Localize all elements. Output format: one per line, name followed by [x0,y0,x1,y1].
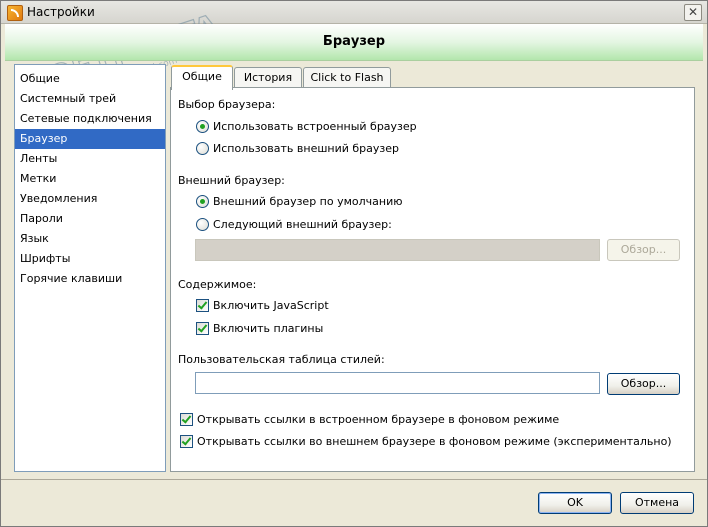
checkbox-open-links-builtin-background-label[interactable]: Открывать ссылки в встроенном браузере в… [197,413,559,426]
footer-divider [1,479,707,480]
checkbox-enable-plugins[interactable] [196,322,209,335]
tab-panel-general: Выбор браузера: Использовать встроенный … [170,87,695,472]
radio-default-external-browser-label[interactable]: Внешний браузер по умолчанию [213,195,403,208]
sidebar-item-passwords[interactable]: Пароли [15,209,165,229]
browse-stylesheet-button[interactable]: Обзор... [607,373,680,395]
radio-builtin-browser[interactable] [196,120,209,133]
settings-window: Настройки ✕ SOFTPORTAL www.softportal.co… [0,0,708,527]
tab-click-to-flash[interactable]: Click to Flash [303,67,391,88]
sidebar-item-notifications[interactable]: Уведомления [15,189,165,209]
radio-default-external-browser[interactable] [196,195,209,208]
sidebar-item-network[interactable]: Сетевые подключения [15,109,165,129]
tab-history[interactable]: История [234,67,302,88]
sidebar-item-fonts[interactable]: Шрифты [15,249,165,269]
section-header: Браузер [5,24,703,61]
ok-button[interactable]: OK [538,492,612,514]
sidebar-item-browser[interactable]: Браузер [15,129,165,149]
sidebar-item-system-tray[interactable]: Системный трей [15,89,165,109]
cancel-button[interactable]: Отмена [620,492,694,514]
stylesheet-heading: Пользовательская таблица стилей: [178,353,385,366]
radio-builtin-browser-label[interactable]: Использовать встроенный браузер [213,120,417,133]
checkbox-open-links-external-background[interactable] [180,435,193,448]
checkbox-enable-javascript[interactable] [196,299,209,312]
radio-external-browser[interactable] [196,142,209,155]
browse-browser-button[interactable]: Обзор... [607,239,680,261]
rss-icon [7,5,23,21]
browser-choice-heading: Выбор браузера: [178,98,276,111]
radio-custom-external-browser[interactable] [196,218,209,231]
checkbox-open-links-builtin-background[interactable] [180,413,193,426]
sidebar-item-general[interactable]: Общие [15,69,165,89]
radio-custom-external-browser-label[interactable]: Следующий внешний браузер: [213,218,392,231]
sidebar-item-feeds[interactable]: Ленты [15,149,165,169]
content-heading: Содержимое: [178,278,257,291]
stylesheet-path-field[interactable] [195,372,600,394]
close-button[interactable]: ✕ [684,4,702,21]
external-browser-heading: Внешний браузер: [178,174,285,187]
window-title: Настройки [27,5,95,19]
settings-category-list[interactable]: Общие Системный трей Сетевые подключения… [14,64,166,472]
checkbox-enable-plugins-label[interactable]: Включить плагины [213,322,323,335]
radio-external-browser-label[interactable]: Использовать внешний браузер [213,142,399,155]
checkbox-enable-javascript-label[interactable]: Включить JavaScript [213,299,329,312]
sidebar-item-labels[interactable]: Метки [15,169,165,189]
checkbox-open-links-external-background-label[interactable]: Открывать ссылки во внешнем браузере в ф… [197,435,672,448]
section-title: Браузер [322,34,386,49]
tab-general[interactable]: Общие [171,65,233,90]
external-browser-path-field[interactable] [195,239,600,261]
title-bar: Настройки ✕ [1,1,707,24]
sidebar-item-language[interactable]: Язык [15,229,165,249]
sidebar-item-hotkeys[interactable]: Горячие клавиши [15,269,165,289]
